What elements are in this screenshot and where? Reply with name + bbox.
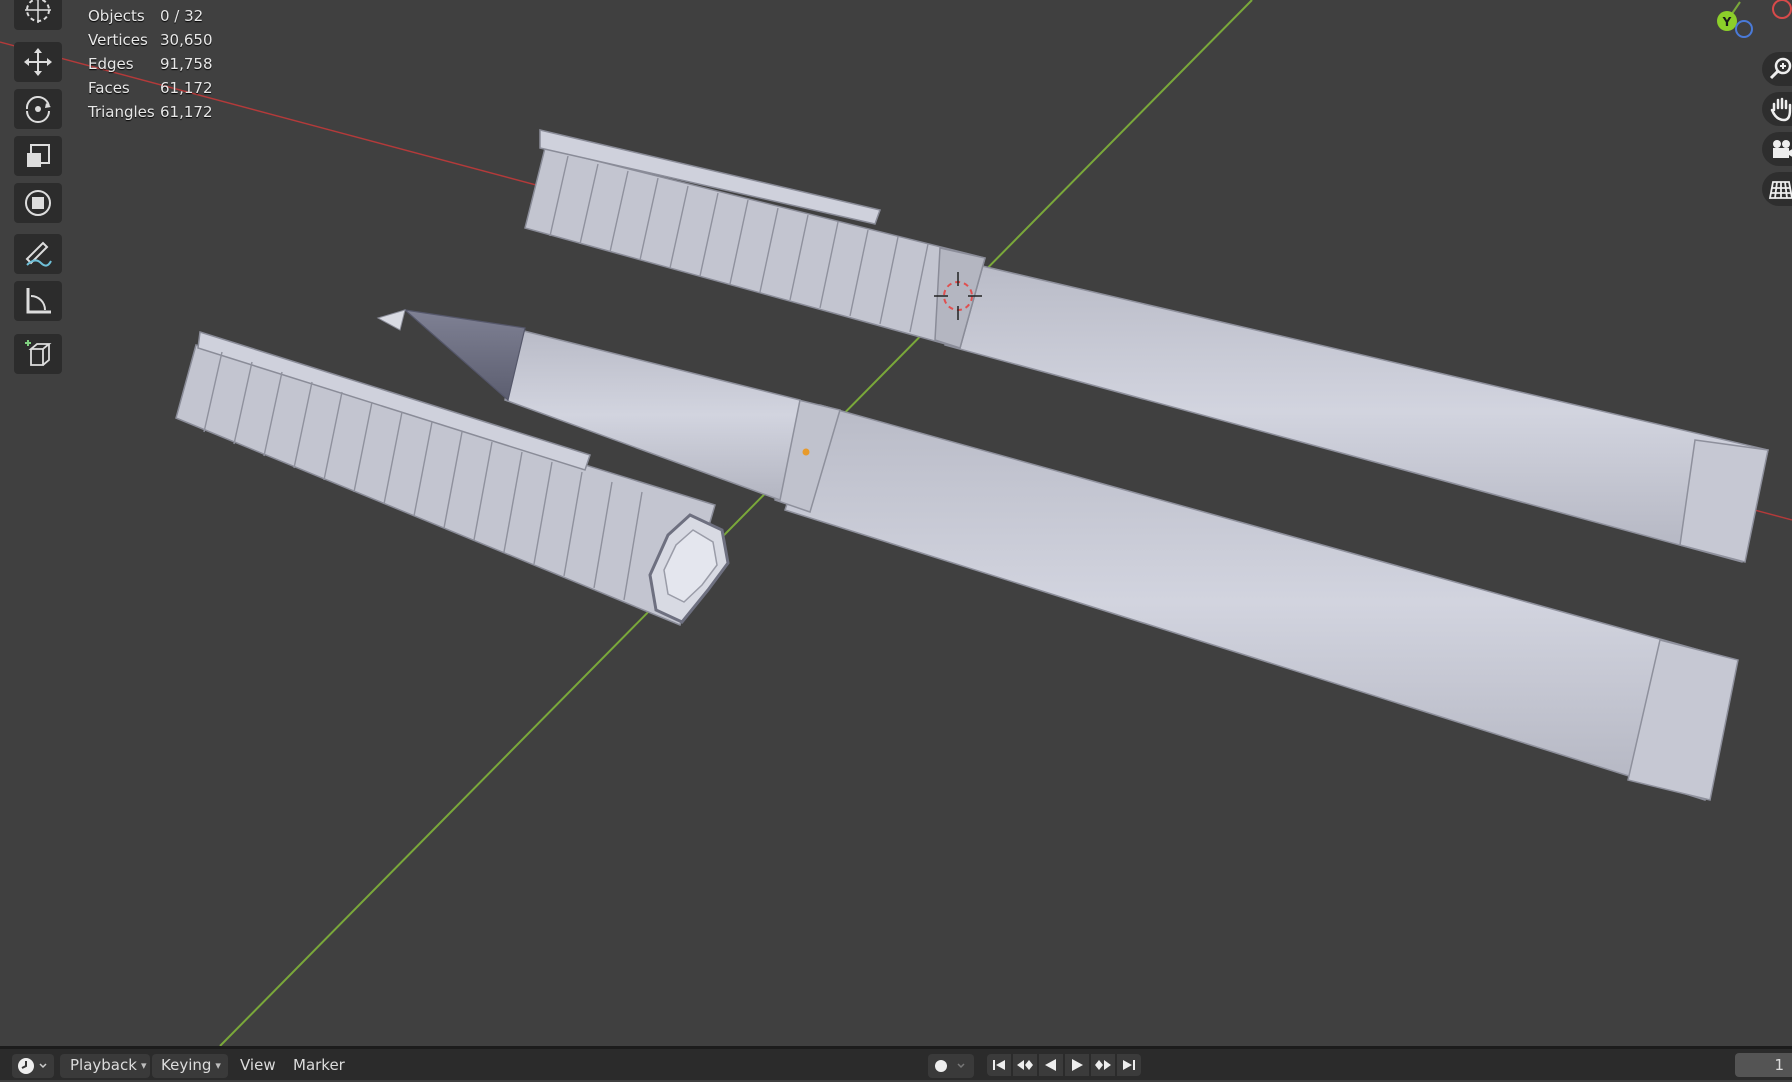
jump-start-button[interactable] [987, 1054, 1011, 1076]
scene-canvas[interactable] [0, 0, 1792, 1046]
cursor-tool-button[interactable] [14, 0, 62, 30]
rotate-tool-button[interactable] [14, 89, 62, 129]
next-keyframe-icon [1095, 1060, 1111, 1070]
rotate-icon [25, 95, 51, 123]
stat-value: 61,172 [160, 79, 213, 97]
jump-end-button[interactable] [1117, 1054, 1141, 1076]
keying-menu[interactable]: Keying ▾ [161, 1056, 221, 1074]
scale-icon [27, 144, 50, 167]
stat-value: 30,650 [160, 31, 213, 49]
zoom-button[interactable] [1762, 52, 1792, 86]
menu-label: View [240, 1056, 276, 1074]
y-axis-label: Y [1722, 15, 1732, 29]
measure-tool-button[interactable] [14, 281, 62, 321]
grid-ortho-icon [1768, 181, 1792, 199]
viewport-statistics: Objects 0 / 32 Vertices 30,650 Edges 91,758… [88, 4, 213, 124]
editor-type-dropdown[interactable] [12, 1054, 54, 1078]
record-icon [935, 1060, 965, 1072]
x-axis-handle[interactable] [1772, 0, 1792, 19]
play-button[interactable] [1065, 1054, 1089, 1076]
stat-label: Faces [88, 79, 130, 97]
hand-pan-icon [1770, 97, 1792, 122]
annotate-icon [25, 241, 52, 267]
menu-label: Playback [70, 1056, 137, 1074]
play-reverse-icon [1045, 1059, 1056, 1071]
stat-value: 61,172 [160, 103, 213, 121]
playback-menu[interactable]: Playback ▾ [70, 1056, 146, 1074]
camera-view-button[interactable] [1762, 132, 1792, 166]
menu-label: Keying [161, 1056, 212, 1074]
stat-triangles: Triangles 61,172 [88, 100, 213, 124]
add-cube-tool-button[interactable] [14, 334, 62, 374]
navigation-gizmo[interactable]: Y [1700, 0, 1792, 46]
stat-vertices: Vertices 30,650 [88, 28, 213, 52]
play-icon [1072, 1059, 1083, 1071]
menu-label: Marker [293, 1056, 345, 1074]
z-axis-handle[interactable] [1735, 20, 1753, 38]
move-icon [24, 48, 52, 76]
jump-start-icon [993, 1060, 1005, 1070]
transform-tool-button[interactable] [14, 183, 62, 223]
scale-tool-button[interactable] [14, 136, 62, 176]
transform-icon [25, 190, 51, 216]
jump-end-icon [1123, 1060, 1135, 1070]
3d-viewport[interactable]: Objects 0 / 32 Vertices 30,650 Edges 91,758… [0, 0, 1792, 1046]
stat-edges: Edges 91,758 [88, 52, 213, 76]
clock-icon [18, 1058, 47, 1074]
play-reverse-button[interactable] [1039, 1054, 1063, 1076]
jump-keyframe-back-button[interactable] [1013, 1054, 1037, 1076]
stat-objects: Objects 0 / 32 [88, 4, 213, 28]
measure-icon [26, 288, 51, 314]
stat-value: 0 / 32 [160, 7, 204, 25]
auto-keying-toggle[interactable] [928, 1054, 974, 1078]
add-cube-icon [25, 340, 52, 366]
view-menu[interactable]: View [240, 1056, 276, 1074]
camera-icon [1773, 140, 1792, 158]
marker-menu[interactable]: Marker [293, 1056, 345, 1074]
stat-label: Vertices [88, 31, 148, 49]
timeline-header: Playback ▾ Keying ▾ View Marker 1 [0, 1046, 1792, 1080]
current-frame-field[interactable]: 1 [1735, 1053, 1792, 1077]
stat-label: Triangles [88, 103, 155, 121]
cursor-icon [25, 0, 51, 23]
pan-button[interactable] [1762, 92, 1792, 126]
chevron-down-icon: ▾ [140, 1058, 147, 1072]
stat-value: 91,758 [160, 55, 213, 73]
stat-faces: Faces 61,172 [88, 76, 213, 100]
prev-keyframe-icon [1017, 1060, 1033, 1070]
ortho-toggle-button[interactable] [1762, 172, 1792, 206]
move-tool-button[interactable] [14, 42, 62, 82]
jump-keyframe-forward-button[interactable] [1091, 1054, 1115, 1076]
annotate-tool-button[interactable] [14, 234, 62, 274]
stat-label: Objects [88, 7, 145, 25]
chevron-down-icon: ▾ [215, 1058, 221, 1072]
stat-label: Edges [88, 55, 134, 73]
zoom-icon [1769, 57, 1792, 80]
